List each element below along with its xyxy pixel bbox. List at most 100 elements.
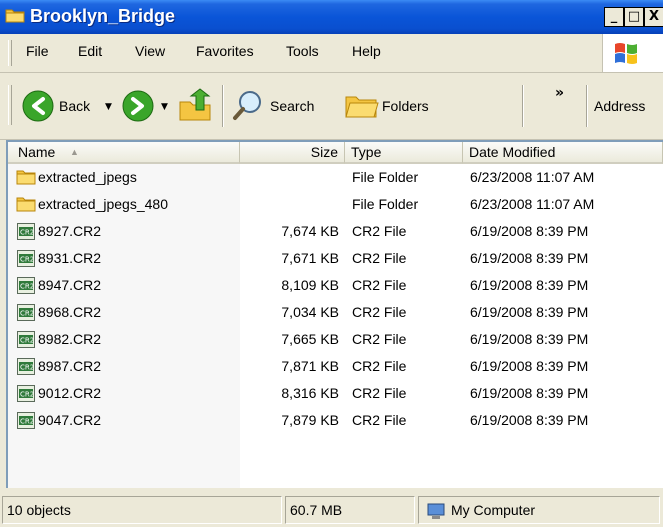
menu-tools[interactable]: Tools xyxy=(286,43,319,59)
file-size: 7,674 KB xyxy=(281,223,339,239)
forward-arrow-icon[interactable] xyxy=(122,90,154,122)
file-date-modified: 6/19/2008 8:39 PM xyxy=(470,250,589,266)
file-date-modified: 6/19/2008 8:39 PM xyxy=(470,385,589,401)
file-type: File Folder xyxy=(352,196,419,212)
file-type: CR2 File xyxy=(352,358,407,374)
file-name[interactable]: 9012.CR2 xyxy=(38,382,101,404)
title-bar[interactable]: Brooklyn_Bridge _ □ X xyxy=(0,0,663,34)
file-size: 7,665 KB xyxy=(281,331,339,347)
cr2-file-icon: CR2 xyxy=(17,358,35,375)
file-row[interactable]: CR2 8927.CR2 7,674 KB CR2 File 6/19/2008 8:3… xyxy=(8,220,663,242)
file-date-modified: 6/19/2008 8:39 PM xyxy=(470,277,589,293)
svg-text:CR2: CR2 xyxy=(20,256,34,264)
sort-ascending-icon: ▲ xyxy=(70,147,79,157)
file-type: CR2 File xyxy=(352,250,407,266)
file-row[interactable]: extracted_jpegs File Folder 6/23/2008 11:0… xyxy=(8,166,663,188)
column-header-name[interactable]: Name ▲ xyxy=(8,142,240,164)
explorer-window: Brooklyn_Bridge _ □ X File Edit View Fav… xyxy=(0,0,663,527)
file-name[interactable]: 8947.CR2 xyxy=(38,274,101,296)
file-name[interactable]: 8968.CR2 xyxy=(38,301,101,323)
column-header-size[interactable]: Size xyxy=(240,142,345,164)
cr2-file-icon: CR2 xyxy=(17,412,35,429)
close-button[interactable]: X xyxy=(644,7,663,27)
folder-icon xyxy=(5,9,25,23)
cr2-file-icon: CR2 xyxy=(17,250,35,267)
file-row[interactable]: CR2 8968.CR2 7,034 KB CR2 File 6/19/2008 8:3… xyxy=(8,301,663,323)
cr2-file-icon: CR2 xyxy=(17,304,35,321)
menu-view[interactable]: View xyxy=(135,43,165,59)
file-type: CR2 File xyxy=(352,223,407,239)
menu-edit[interactable]: Edit xyxy=(78,43,102,59)
file-type: CR2 File xyxy=(352,331,407,347)
file-size: 8,316 KB xyxy=(281,385,339,401)
file-date-modified: 6/19/2008 8:39 PM xyxy=(470,304,589,320)
file-type: CR2 File xyxy=(352,304,407,320)
column-type-label: Type xyxy=(351,144,382,160)
cr2-file-icon: CR2 xyxy=(17,277,35,294)
file-size: 7,671 KB xyxy=(281,250,339,266)
folder-icon xyxy=(16,197,36,212)
file-row[interactable]: extracted_jpegs_480 File Folder 6/23/2008 … xyxy=(8,193,663,215)
svg-text:CR2: CR2 xyxy=(20,283,34,291)
menu-bar: File Edit View Favorites Tools Help xyxy=(0,34,663,73)
file-row[interactable]: CR2 8982.CR2 7,665 KB CR2 File 6/19/2008 8:3… xyxy=(8,328,663,350)
file-row[interactable]: CR2 8987.CR2 7,871 KB CR2 File 6/19/2008 8:3… xyxy=(8,355,663,377)
file-name[interactable]: 8982.CR2 xyxy=(38,328,101,350)
file-type: File Folder xyxy=(352,169,419,185)
column-date-label: Date Modified xyxy=(469,144,556,160)
file-row[interactable]: CR2 9047.CR2 7,879 KB CR2 File 6/19/2008 8:3… xyxy=(8,409,663,431)
windows-flag-icon xyxy=(615,43,637,64)
file-row[interactable]: CR2 8947.CR2 8,109 KB CR2 File 6/19/2008 8:3… xyxy=(8,274,663,296)
file-row[interactable]: CR2 8931.CR2 7,671 KB CR2 File 6/19/2008 8:3… xyxy=(8,247,663,269)
back-button[interactable]: Back xyxy=(59,98,90,114)
toolbar-overflow-chevron[interactable]: » xyxy=(555,85,564,101)
folders-icon[interactable] xyxy=(344,89,380,121)
file-row[interactable]: CR2 9012.CR2 8,316 KB CR2 File 6/19/2008 8:3… xyxy=(8,382,663,404)
windows-logo-box xyxy=(602,34,663,72)
column-header-date-modified[interactable]: Date Modified xyxy=(463,142,663,164)
file-list-view[interactable]: Name ▲ Size Type Date Modified extracted… xyxy=(6,140,663,488)
window-title: Brooklyn_Bridge xyxy=(30,6,176,26)
menu-file[interactable]: File xyxy=(26,43,49,59)
svg-text:CR2: CR2 xyxy=(20,337,34,345)
file-size: 7,034 KB xyxy=(281,304,339,320)
column-name-label: Name xyxy=(18,144,56,160)
status-object-count: 10 objects xyxy=(2,496,282,524)
file-name[interactable]: 8931.CR2 xyxy=(38,247,101,269)
file-name[interactable]: 9047.CR2 xyxy=(38,409,101,431)
svg-text:CR2: CR2 xyxy=(20,310,34,318)
file-name[interactable]: 8927.CR2 xyxy=(38,220,101,242)
menu-help[interactable]: Help xyxy=(352,43,381,59)
file-date-modified: 6/19/2008 8:39 PM xyxy=(470,358,589,374)
column-size-label: Size xyxy=(310,144,338,160)
search-icon[interactable] xyxy=(232,89,264,121)
file-type: CR2 File xyxy=(352,412,407,428)
my-computer-icon xyxy=(427,503,445,519)
search-button[interactable]: Search xyxy=(270,98,314,114)
file-date-modified: 6/19/2008 8:39 PM xyxy=(470,223,589,239)
minimize-button[interactable]: _ xyxy=(604,7,624,27)
toolbar-separator xyxy=(586,85,588,127)
up-folder-icon[interactable] xyxy=(178,88,212,122)
file-name[interactable]: extracted_jpegs xyxy=(38,166,137,188)
file-name[interactable]: extracted_jpegs_480 xyxy=(38,193,168,215)
forward-dropdown-icon[interactable]: ▼ xyxy=(161,102,168,112)
status-zone: My Computer xyxy=(418,496,660,524)
file-name[interactable]: 8987.CR2 xyxy=(38,355,101,377)
svg-text:CR2: CR2 xyxy=(20,391,34,399)
maximize-button[interactable]: □ xyxy=(624,7,644,27)
cr2-file-icon: CR2 xyxy=(17,223,35,240)
status-zone-label: My Computer xyxy=(451,502,536,518)
cr2-file-icon: CR2 xyxy=(17,385,35,402)
back-arrow-icon[interactable] xyxy=(22,90,54,122)
menu-grip[interactable] xyxy=(8,40,12,66)
address-label[interactable]: Address xyxy=(594,98,645,114)
back-dropdown-icon[interactable]: ▼ xyxy=(105,102,112,112)
toolbar-grip[interactable] xyxy=(8,85,12,125)
column-header-type[interactable]: Type xyxy=(345,142,463,164)
folders-button[interactable]: Folders xyxy=(382,98,429,114)
cr2-file-icon: CR2 xyxy=(17,331,35,348)
file-date-modified: 6/23/2008 11:07 AM xyxy=(470,196,595,212)
file-date-modified: 6/23/2008 11:07 AM xyxy=(470,169,595,185)
menu-favorites[interactable]: Favorites xyxy=(196,43,254,59)
